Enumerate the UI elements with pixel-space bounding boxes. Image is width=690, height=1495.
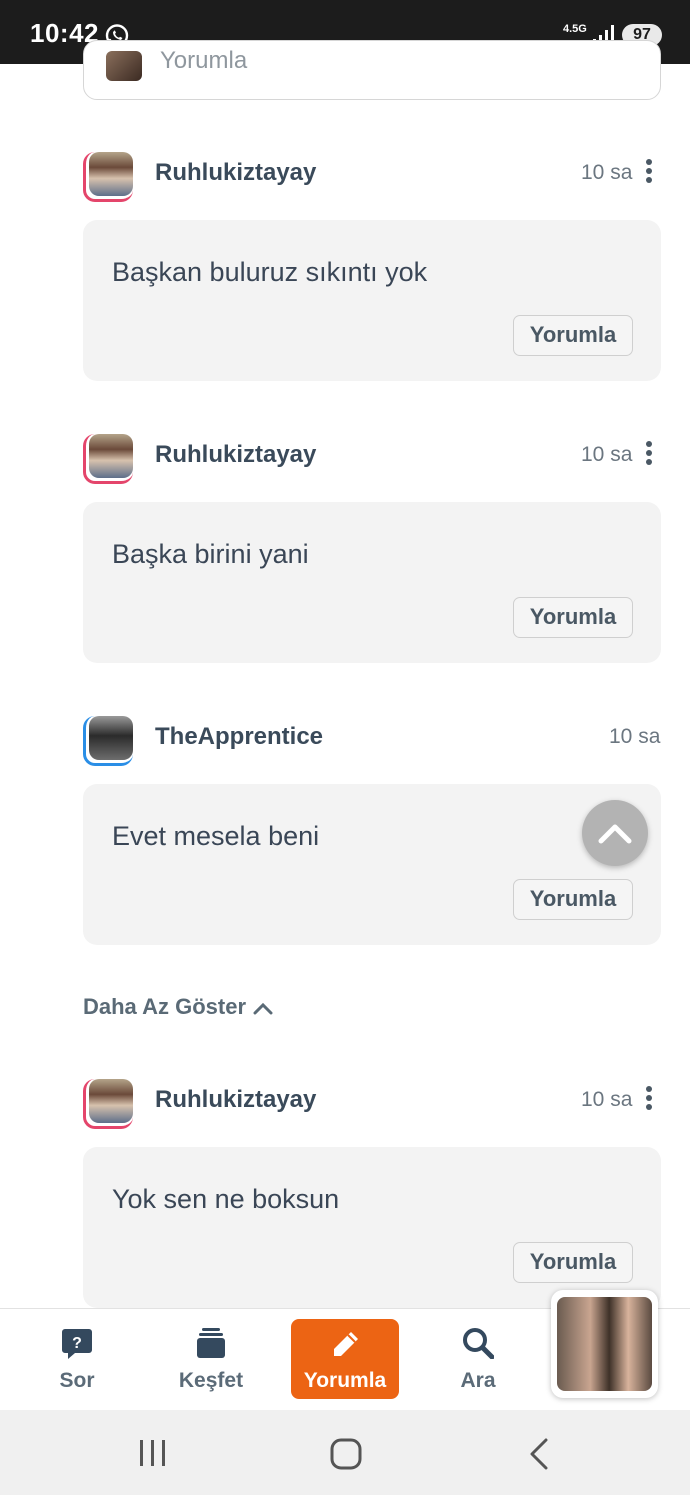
nav-item-kesfet[interactable]: Keşfet [156, 1309, 266, 1411]
avatar [106, 51, 142, 81]
nav-label: Yorumla [303, 1369, 387, 1392]
avatar[interactable] [83, 1079, 133, 1129]
comment-bubble: Yok sen ne boksun Yorumla [83, 1147, 661, 1308]
video-thumbnail[interactable] [551, 1290, 658, 1398]
comment-text: Başkan buluruz sıkıntı yok [112, 257, 428, 287]
nav-label: Ara [460, 1369, 496, 1392]
comment-time: 10 sa [581, 161, 633, 184]
chevron-up-icon [598, 824, 632, 844]
show-less-link[interactable]: Daha Az Göster [83, 994, 246, 1020]
more-options-icon[interactable] [644, 158, 654, 184]
avatar[interactable] [83, 434, 133, 484]
comment-time: 10 sa [581, 443, 633, 466]
comment-text: Evet mesela beni [112, 821, 320, 851]
video-photo [557, 1297, 652, 1391]
nav-label: Keşfet [178, 1369, 244, 1392]
more-options-icon[interactable] [644, 1085, 654, 1111]
comment-username[interactable]: Ruhlukiztayay [155, 441, 316, 469]
comment-time: 10 sa [609, 725, 661, 748]
reply-button[interactable]: Yorumla [513, 315, 633, 356]
svg-text:?: ? [72, 1335, 82, 1352]
reply-composer-card[interactable]: Yorumla [83, 40, 661, 100]
nav-item-sor[interactable]: ? Sor [22, 1309, 132, 1411]
question-bubble-icon: ? [62, 1329, 92, 1359]
avatar[interactable] [83, 152, 133, 202]
back-icon[interactable] [528, 1438, 550, 1470]
reply-placeholder: Yorumla [160, 47, 248, 74]
scroll-to-top-button[interactable] [582, 800, 648, 866]
home-icon[interactable] [330, 1438, 362, 1470]
comment-text: Yok sen ne boksun [112, 1184, 340, 1214]
reply-button[interactable]: Yorumla [513, 597, 633, 638]
comment-time: 10 sa [581, 1088, 633, 1111]
more-options-icon[interactable] [644, 440, 654, 466]
nav-item-ara[interactable]: Ara [423, 1309, 533, 1411]
comment-username[interactable]: Ruhlukiztayay [155, 159, 316, 187]
comment-username[interactable]: TheApprentice [155, 723, 323, 751]
comment-bubble: Başka birini yani Yorumla [83, 502, 661, 663]
reply-button[interactable]: Yorumla [513, 879, 633, 920]
recent-apps-icon[interactable] [138, 1439, 168, 1467]
chevron-up-icon[interactable] [253, 1001, 273, 1015]
reply-button[interactable]: Yorumla [513, 1242, 633, 1283]
search-icon [463, 1328, 494, 1359]
network-type: 4.5G [563, 23, 587, 35]
stack-icon [197, 1328, 225, 1358]
avatar[interactable] [83, 716, 133, 766]
system-nav-bar [0, 1410, 690, 1495]
pencil-icon [334, 1332, 358, 1356]
comment-bubble: Evet mesela beni Yorumla [83, 784, 661, 945]
comment-bubble: Başkan buluruz sıkıntı yok Yorumla [83, 220, 661, 381]
comment-username[interactable]: Ruhlukiztayay [155, 1086, 316, 1114]
nav-item-yorumla[interactable]: Yorumla [291, 1319, 399, 1399]
nav-label: Sor [59, 1369, 95, 1392]
comment-text: Başka birini yani [112, 539, 309, 569]
